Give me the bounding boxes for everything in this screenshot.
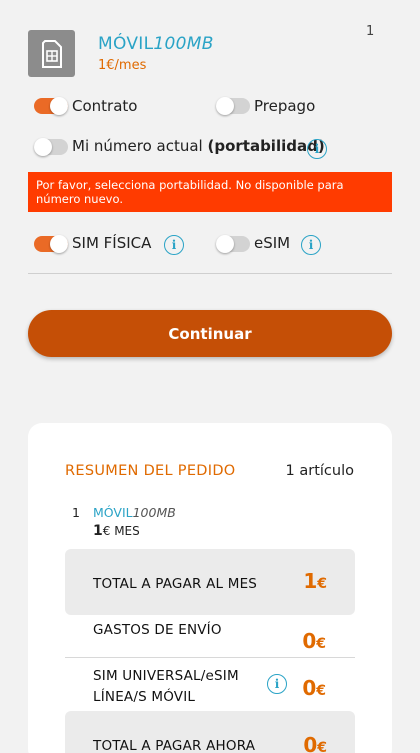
summary-separator xyxy=(65,657,355,658)
sim-universal-info-icon[interactable]: i xyxy=(267,674,287,694)
summary-title: RESUMEN DEL PEDIDO xyxy=(65,463,236,479)
esim-toggle[interactable] xyxy=(216,235,250,253)
shipping-value: 0€ xyxy=(302,629,326,653)
esim-label: eSIM xyxy=(254,234,291,252)
line-number: 1 xyxy=(72,505,80,520)
order-summary-card: RESUMEN DEL PEDIDO 1 artículo 1 MÓVIL100… xyxy=(28,423,392,753)
monthly-total-row: TOTAL A PAGAR AL MES 1€ xyxy=(65,549,355,615)
sim-universal-label: SIM UNIVERSAL/eSIM xyxy=(93,668,239,684)
sim-fisica-label: SIM FÍSICA xyxy=(72,234,152,252)
sim-card-icon xyxy=(28,30,75,77)
contrato-toggle[interactable] xyxy=(34,97,68,115)
line-product-price: 1€ MES xyxy=(93,523,140,539)
product-quantity: 1 xyxy=(366,24,375,39)
contrato-label: Contrato xyxy=(72,97,138,115)
summary-count: 1 artículo xyxy=(285,463,354,479)
esim-info-icon[interactable]: i xyxy=(301,235,321,255)
total-now-row: TOTAL A PAGAR AHORA 0€ xyxy=(65,711,355,753)
sim-fisica-toggle[interactable] xyxy=(34,235,68,253)
sim-fisica-info-icon[interactable]: i xyxy=(164,235,184,255)
portabilidad-toggle[interactable] xyxy=(34,138,68,156)
shipping-label: GASTOS DE ENVÍO xyxy=(93,622,222,638)
portabilidad-label: Mi número actual (portabilidad) xyxy=(72,137,325,155)
monthly-total-label: TOTAL A PAGAR AL MES xyxy=(93,576,258,592)
total-now-label: TOTAL A PAGAR AHORA xyxy=(93,738,256,753)
prepago-toggle[interactable] xyxy=(216,97,250,115)
monthly-total-value: 1€ xyxy=(303,569,327,593)
sim-universal-value: 0€ xyxy=(302,676,326,700)
total-now-value: 0€ xyxy=(303,733,327,753)
product-name: MÓVIL100MB xyxy=(98,34,214,54)
line-product-name: MÓVIL100MB xyxy=(93,505,176,520)
lineas-movil-label: LÍNEA/S MÓVIL xyxy=(93,689,196,705)
product-price: 1€/mes xyxy=(98,58,147,73)
continue-button[interactable]: Continuar xyxy=(28,310,392,357)
divider xyxy=(28,273,392,274)
portabilidad-info-icon[interactable]: i xyxy=(307,139,327,159)
prepago-label: Prepago xyxy=(254,97,316,115)
error-message: Por favor, selecciona portabilidad. No d… xyxy=(28,172,392,212)
